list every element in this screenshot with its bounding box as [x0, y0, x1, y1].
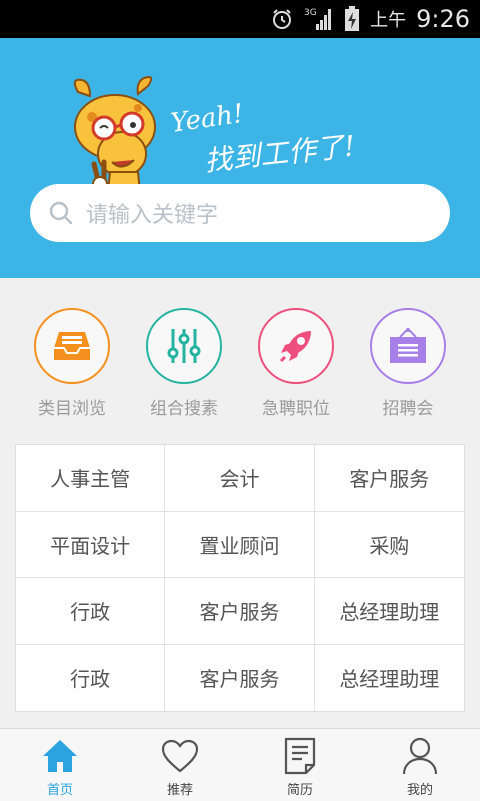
tab-resume[interactable]: 简历 [240, 729, 360, 801]
category-item[interactable]: 采购 [314, 512, 464, 578]
category-item[interactable]: 客户服务 [165, 578, 315, 645]
tab-label: 简历 [286, 783, 313, 798]
tab-label: 我的 [406, 783, 433, 798]
tab-home[interactable]: 首页 [0, 729, 120, 801]
quick-action-label: 急聘职位 [262, 399, 330, 419]
status-bar: 3G 上午 9:26 [0, 0, 480, 38]
tab-label: 首页 [46, 783, 73, 798]
category-item[interactable]: 客户服务 [314, 445, 464, 512]
slogan-cn: 找到工作了! [202, 129, 357, 178]
search-input[interactable]: 请输入关键字 [86, 197, 218, 229]
slogan: Yeah! 找到工作了! [169, 96, 357, 178]
search-box[interactable]: 请输入关键字 [30, 184, 450, 242]
home-icon [43, 740, 77, 772]
clock-time: 9:26 [416, 5, 470, 33]
resume-icon [284, 737, 316, 775]
quick-action-label: 组合搜素 [150, 399, 218, 419]
category-item[interactable]: 总经理助理 [314, 578, 464, 645]
category-item[interactable]: 平面设计 [16, 511, 166, 578]
profile-icon [402, 737, 438, 775]
hero-banner: Yeah! 找到工作了! [0, 38, 480, 278]
category-item[interactable]: 人事主管 [16, 445, 166, 512]
quick-action-job-fair[interactable]: 招聘会 [352, 308, 464, 419]
quick-action-label: 招聘会 [382, 399, 434, 419]
category-item[interactable]: 总经理助理 [315, 645, 464, 712]
category-item[interactable]: 会计 [165, 445, 315, 512]
quick-action-label: 类目浏览 [38, 399, 106, 419]
bottom-tab-bar: 首页 推荐 简历 我的 [0, 728, 480, 801]
tab-recommend[interactable]: 推荐 [120, 729, 240, 801]
tab-label: 推荐 [166, 783, 193, 798]
quick-actions: 类目浏览 组合搜素 急聘职位 招聘会 [0, 278, 480, 428]
rocket-icon [279, 331, 311, 363]
signboard-icon [390, 328, 426, 363]
inbox-tray-icon [54, 332, 90, 360]
quick-action-urgent-jobs[interactable]: 急聘职位 [240, 308, 352, 419]
sliders-icon [167, 329, 201, 363]
job-category-grid: 人事主管 会计 客户服务 平面设计 置业顾问 采购 行政 客户服务 总经理助理 … [15, 444, 465, 712]
alarm-icon [270, 7, 294, 31]
signal-icon: 3G [304, 6, 334, 32]
tab-profile[interactable]: 我的 [360, 729, 480, 801]
category-item[interactable]: 置业顾问 [165, 511, 315, 578]
category-item[interactable]: 客户服务 [165, 644, 315, 711]
battery-charging-icon [344, 6, 360, 32]
category-item[interactable]: 行政 [16, 644, 166, 711]
category-item[interactable]: 行政 [16, 578, 166, 645]
clock-ampm: 上午 [370, 10, 407, 31]
network-type: 3G [304, 8, 317, 18]
search-icon [49, 201, 73, 225]
quick-action-category-browse[interactable]: 类目浏览 [16, 308, 128, 419]
heart-icon [161, 739, 199, 773]
quick-action-combined-search[interactable]: 组合搜素 [128, 308, 240, 419]
